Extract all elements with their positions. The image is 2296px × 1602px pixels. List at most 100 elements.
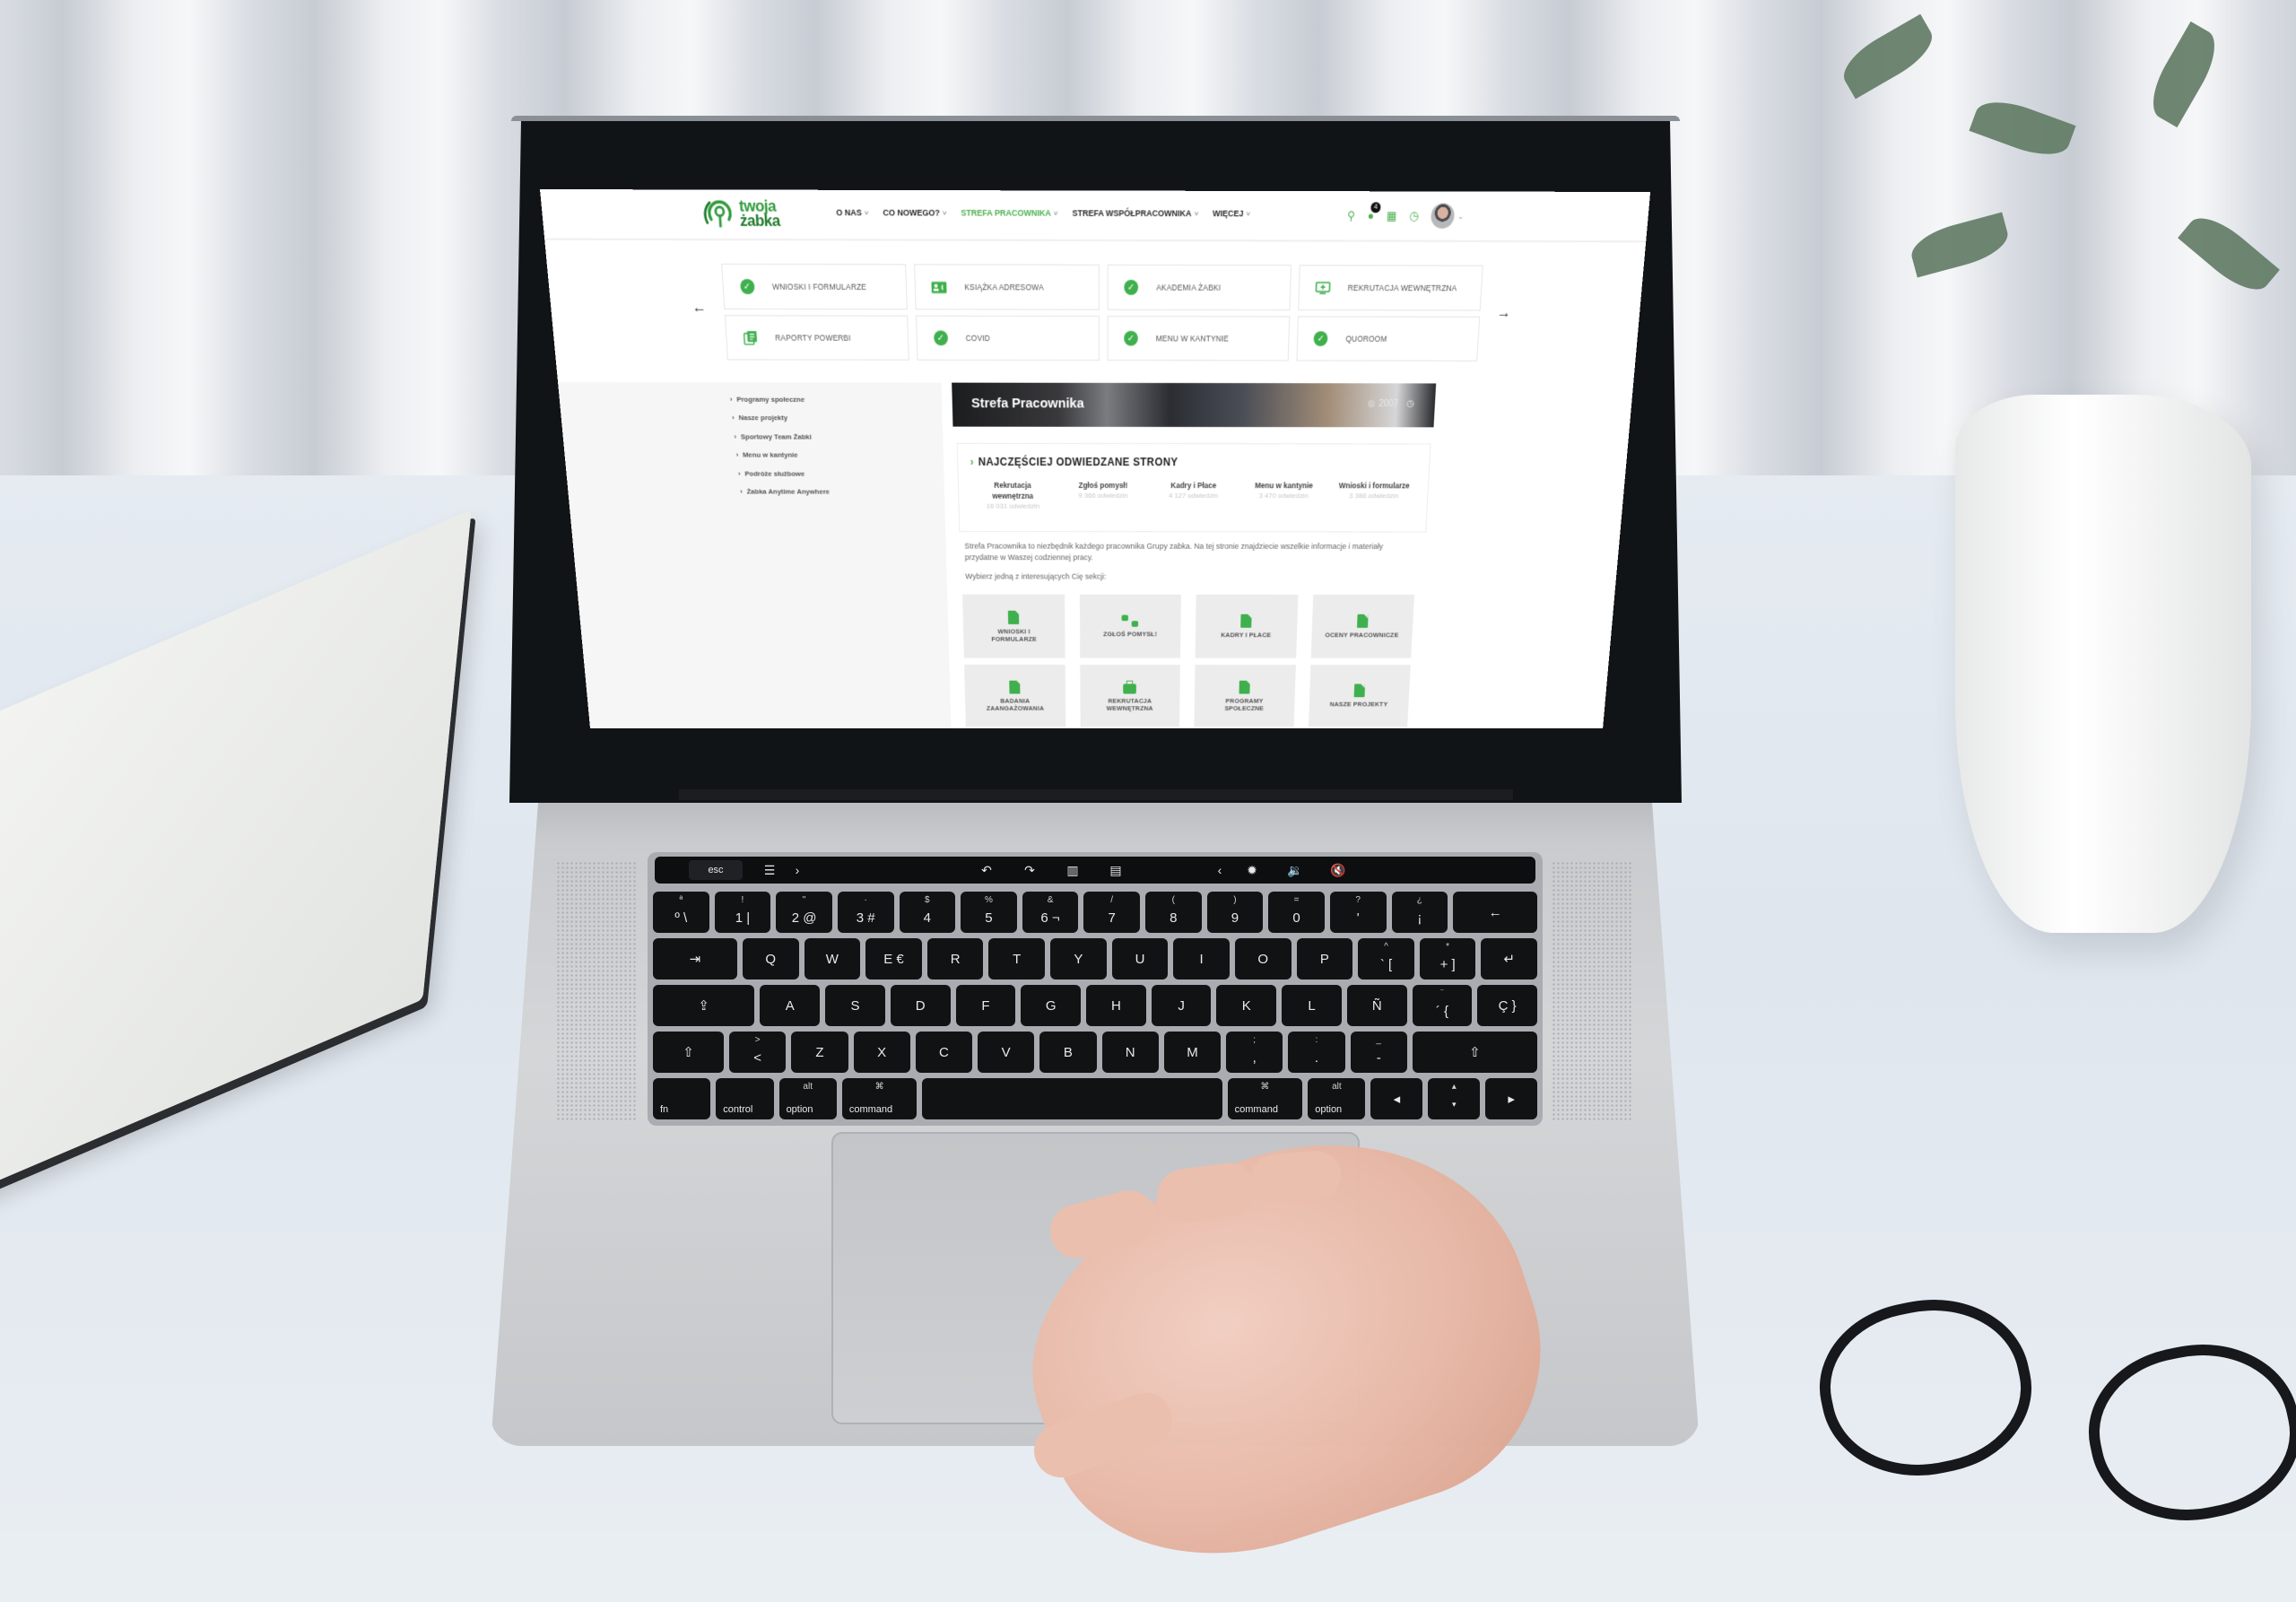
mute-icon[interactable]: 🔇	[1317, 860, 1360, 880]
key[interactable]: A	[760, 985, 821, 1026]
chevron-right-icon[interactable]: ›	[791, 860, 804, 880]
section-card[interactable]: NASZE PROJEKTY	[1308, 665, 1411, 727]
most-visited-item[interactable]: Kadry i Płace 4 127 odwiedzin	[1148, 480, 1239, 512]
quick-link-card[interactable]: KSIĄŻKA ADRESOWA	[914, 264, 1100, 310]
key[interactable]: = 0	[1268, 892, 1325, 933]
most-visited-item[interactable]: Rekrutacja wewnętrzna 16 031 odwiedzin	[967, 480, 1057, 512]
bookmark-icon[interactable]: ◷	[1409, 209, 1419, 222]
most-visited-item[interactable]: Wnioski i formularze 3 388 odwiedzin	[1328, 480, 1420, 512]
key[interactable]: /7	[1083, 892, 1140, 933]
key[interactable]: O	[1234, 938, 1292, 979]
sidebar-item[interactable]: › Żabka Anytime Anywhere	[735, 483, 830, 501]
key[interactable]: ◂	[1370, 1078, 1423, 1119]
key[interactable]: * + ]	[1419, 938, 1476, 979]
sidebar-item[interactable]: › Nasze projekty	[731, 408, 827, 427]
key[interactable]	[922, 1078, 1222, 1119]
key[interactable]: ⇧	[1412, 1032, 1537, 1073]
quick-link-card[interactable]: ✓ COVID	[916, 315, 1100, 361]
key[interactable]: I	[1173, 938, 1230, 979]
key[interactable]: ! 1 |	[714, 892, 771, 933]
key[interactable]: fn	[653, 1078, 711, 1119]
brightness-icon[interactable]: ✹	[1231, 860, 1274, 880]
sidebar-item[interactable]: › Sportowy Team Żabki	[732, 427, 828, 446]
key[interactable]: & 6 ¬	[1022, 892, 1079, 933]
twoja-zabka-logo[interactable]: twoja żabka	[702, 196, 780, 231]
key[interactable]: ▸	[1485, 1078, 1538, 1119]
key[interactable]: ←	[1453, 892, 1538, 933]
key[interactable]: R	[926, 938, 984, 979]
nav-item-co-nowego[interactable]: CO NOWEGO? ˅	[883, 208, 946, 218]
profile-menu[interactable]: ⌄	[1430, 203, 1465, 229]
key[interactable]: Ñ	[1346, 985, 1407, 1026]
key[interactable]: ⇪	[653, 985, 755, 1026]
key[interactable]: ↵	[1481, 938, 1538, 979]
key[interactable]: > <	[729, 1032, 787, 1073]
chevron-left-icon[interactable]: ‹	[1209, 860, 1231, 880]
key[interactable]: _ -	[1350, 1032, 1407, 1073]
settings-sliders-icon[interactable]: ☰	[748, 860, 791, 880]
section-card[interactable]: OCENY PRACOWNICZE	[1310, 594, 1414, 658]
key[interactable]: T	[988, 938, 1046, 979]
rotate-right-icon[interactable]: ↷	[1008, 860, 1051, 880]
key[interactable]: H	[1086, 985, 1146, 1026]
section-card[interactable]: PROGRAMY SPOŁECZNE	[1194, 665, 1296, 727]
grid-icon[interactable]: ▦	[1387, 209, 1397, 222]
key[interactable]: P	[1296, 938, 1353, 979]
key[interactable]: U	[1111, 938, 1169, 979]
section-card[interactable]: REKRUTACJA WEWNĘTRZNA	[1079, 665, 1180, 727]
quick-link-card[interactable]: ✓ MENU W KANTYNIE	[1107, 316, 1290, 361]
search-icon[interactable]: ⚲	[1347, 209, 1355, 222]
section-card[interactable]: ZGŁOŚ POMYSŁ!	[1079, 594, 1181, 658]
key[interactable]: (8	[1145, 892, 1202, 933]
quick-link-card[interactable]: RAPORTY POWERBI	[724, 315, 910, 361]
key[interactable]: M	[1163, 1032, 1222, 1073]
key[interactable]: ¿ ¡	[1391, 892, 1448, 933]
key[interactable]: L	[1282, 985, 1342, 1026]
key[interactable]: ⇧	[653, 1032, 725, 1073]
key[interactable]: G	[1021, 985, 1082, 1026]
key[interactable]: ) 9	[1206, 892, 1264, 933]
quick-links-prev-arrow[interactable]: ←	[691, 300, 707, 317]
key[interactable]: V	[978, 1032, 1035, 1073]
key[interactable]: ^ ` [	[1358, 938, 1414, 979]
quick-link-card[interactable]: ✓ QUOROOM	[1296, 316, 1481, 361]
key[interactable]: S	[825, 985, 885, 1026]
rotate-left-icon[interactable]: ↶	[965, 860, 1008, 880]
key[interactable]: B	[1039, 1032, 1097, 1073]
key[interactable]: J	[1151, 985, 1212, 1026]
bookmark-icon[interactable]: ◷	[1406, 399, 1414, 409]
esc-key[interactable]: esc	[689, 860, 743, 880]
key[interactable]: X	[853, 1032, 910, 1073]
nav-item-strefa-współpracownika[interactable]: STREFA WSPÓŁPRACOWNIKA ˅	[1072, 208, 1198, 218]
key[interactable]: D	[890, 985, 951, 1026]
split-view-icon[interactable]: ▥	[1051, 860, 1094, 880]
key[interactable]: · 3 #	[837, 892, 894, 933]
key[interactable]: ? '	[1329, 892, 1387, 933]
key[interactable]: W	[804, 938, 861, 979]
sidebar-item[interactable]: › Menu w kantynie	[733, 446, 828, 465]
key[interactable]: Y	[1050, 938, 1107, 979]
key[interactable]: K	[1216, 985, 1277, 1026]
key[interactable]: :.	[1288, 1032, 1345, 1073]
key[interactable]: alt option	[1308, 1078, 1366, 1119]
key[interactable]: ⌘ command	[841, 1078, 918, 1119]
sidebar-item[interactable]: › Podróże służbowe	[735, 465, 830, 483]
section-card[interactable]: WNIOSKI I FORMULARZE	[962, 594, 1065, 658]
key[interactable]: Ç }	[1477, 985, 1538, 1026]
key[interactable]: F	[955, 985, 1016, 1026]
crop-icon[interactable]: ▤	[1094, 860, 1137, 880]
key[interactable]: ¨ ´ {	[1412, 985, 1473, 1026]
quick-links-next-arrow[interactable]: →	[1496, 305, 1511, 322]
nav-item-więcej[interactable]: WIĘCEJ ˅	[1213, 208, 1250, 218]
nav-item-o-nas[interactable]: O NAS ˅	[836, 207, 869, 217]
most-visited-item[interactable]: Zgłoś pomysł! 9 366 odwiedzin	[1057, 480, 1148, 512]
section-card[interactable]: KADRY I PŁACE	[1195, 594, 1299, 658]
sidebar-item[interactable]: › Programy społeczne	[729, 389, 825, 408]
key[interactable]: Q	[742, 938, 799, 979]
section-card[interactable]: BADANIA ZAANGAŻOWANIA	[964, 665, 1065, 727]
key[interactable]: N	[1101, 1032, 1159, 1073]
nav-item-strefa-pracownika[interactable]: STREFA PRACOWNIKA ˅	[961, 208, 1057, 218]
quick-link-card[interactable]: REKRUTACJA WEWNĘTRZNA	[1297, 265, 1483, 311]
most-visited-item[interactable]: Menu w kantynie 3 470 odwiedzin	[1239, 480, 1330, 512]
volume-icon[interactable]: 🔉	[1274, 860, 1317, 880]
